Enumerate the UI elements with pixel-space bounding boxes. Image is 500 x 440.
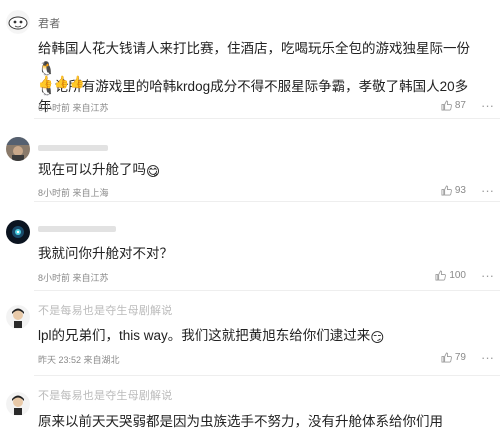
- username[interactable]: 不是每易也是夺生母剧解说: [38, 387, 172, 403]
- like-button[interactable]: 93: [441, 185, 466, 196]
- thumbs-up-icon: [441, 100, 452, 111]
- comment-item: 不是每易也是夺生母剧解说 原来以前天天哭弱都是因为虫族选手不努力，没有升舱体系给…: [0, 376, 500, 440]
- ellipsis-icon[interactable]: ···: [481, 351, 494, 364]
- emoji-icon: 😋: [146, 164, 161, 179]
- avatar[interactable]: [6, 137, 30, 161]
- username[interactable]: 君者: [38, 15, 60, 31]
- like-button[interactable]: 100: [435, 270, 466, 281]
- like-count: 100: [449, 270, 466, 281]
- comment-item: 君者 给韩国人花大钱请人来打比赛，住酒店，吃喝玩乐全包的游戏独星际一份🐧 🐧论所…: [0, 0, 500, 118]
- comment-item: 我就问你升舱对不对？ 8小时前 来自江苏 100 ···: [0, 202, 500, 290]
- comment-text: lpl的兄弟们，this way。我们这就把黄旭东给你们逮过来😏: [38, 328, 385, 345]
- ellipsis-icon[interactable]: ···: [481, 269, 494, 282]
- avatar[interactable]: [6, 392, 30, 416]
- comment-meta: 6小时前 来自江苏: [38, 103, 109, 113]
- comment-item: 不是每易也是夺生母剧解说 lpl的兄弟们，this way。我们这就把黄旭东给你…: [0, 291, 500, 375]
- comment-text: 我就问你升舱对不对？: [38, 246, 173, 261]
- avatar[interactable]: [6, 220, 30, 244]
- username[interactable]: 不是每易也是夺生母剧解说: [38, 302, 172, 318]
- like-button[interactable]: 79: [441, 352, 466, 363]
- thumbs-up-icon: [435, 270, 447, 281]
- emoji-icon: 😏: [370, 330, 385, 345]
- comment-meta: 8小时前 来自江苏: [38, 273, 109, 283]
- ellipsis-icon[interactable]: ···: [481, 99, 494, 112]
- comment-item: 现在可以升舱了吗😋 8小时前 来自上海 93 ···: [0, 119, 500, 201]
- comment-meta: 昨天 23:52 来自湖北: [38, 355, 120, 365]
- comment-text: 原来以前天天哭弱都是因为虫族选手不努力，没有升舱体系给你们用: [38, 414, 443, 429]
- comment-meta: 8小时前 来自上海: [38, 188, 109, 198]
- like-count: 87: [454, 100, 466, 111]
- comment-text: 现在可以升舱了吗😋: [38, 162, 161, 179]
- like-button[interactable]: 87: [441, 100, 466, 111]
- avatar[interactable]: [6, 10, 30, 34]
- reaction-emojis: 👍👍👍: [38, 75, 86, 89]
- username: [38, 145, 108, 151]
- like-count: 79: [454, 352, 466, 363]
- ellipsis-icon[interactable]: ···: [481, 184, 494, 197]
- avatar[interactable]: [6, 305, 30, 329]
- like-count: 93: [454, 185, 466, 196]
- thumbs-up-icon: [441, 185, 452, 196]
- username: [38, 226, 116, 232]
- thumbs-up-icon: [441, 352, 452, 363]
